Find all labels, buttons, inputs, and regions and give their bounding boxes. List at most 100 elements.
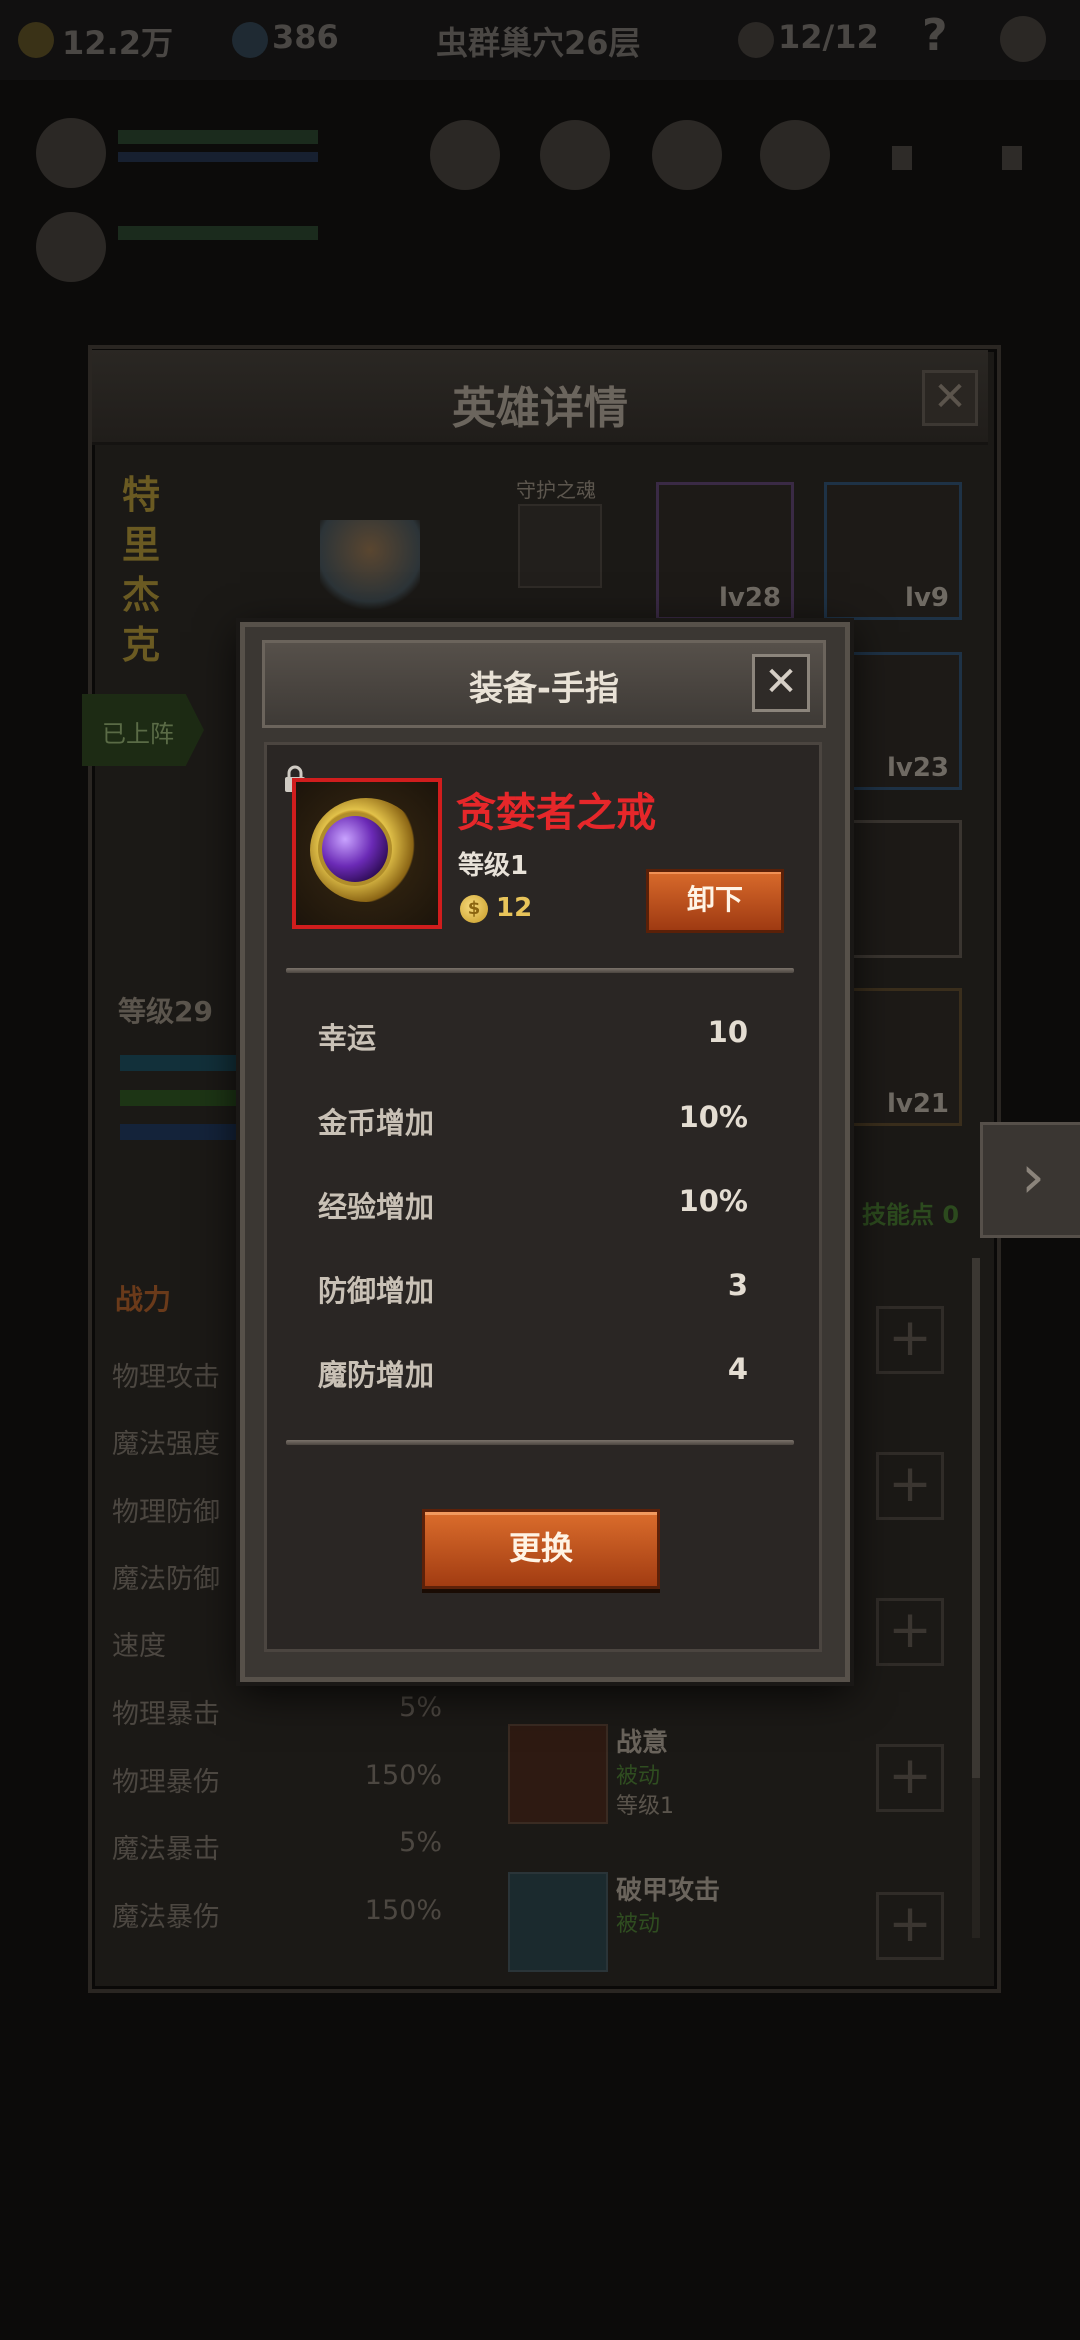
guardian-soul-slot[interactable] [518,504,602,588]
team-hp-bar [118,226,318,240]
attribute-row: 经验增加 10% [318,1184,748,1226]
attribute-row: 防御增加 3 [318,1268,748,1310]
unequip-button[interactable]: 卸下 [646,869,784,933]
attribute-value: 10 [707,1015,748,1049]
gold-coin-icon [18,22,54,58]
help-button[interactable]: ? [922,10,948,61]
attribute-row: 魔防增加 4 [318,1352,748,1394]
stat-name: 物理防御 [112,1497,220,1528]
equipment-dialog-header: 装备-手指 [262,640,826,728]
stat-row: 物理暴伤 150% [112,1760,442,1799]
item-level: 等级1 [458,851,529,881]
stat-value: 150% [364,1760,442,1791]
formation-slot[interactable] [652,120,722,190]
stat-value: 150% [364,1895,442,1926]
formation-slot[interactable] [540,120,610,190]
team-avatar[interactable] [36,212,106,282]
hero-name-char: 杰 [122,573,161,617]
hero-level: 等级29 [118,995,213,1028]
skills-scrollbar[interactable] [972,1258,980,1938]
hero-name-char: 克 [122,623,161,667]
scrollbar-thumb[interactable] [972,1258,980,1778]
team-mp-bar [118,152,318,162]
stat-name: 速度 [112,1631,166,1662]
gold-amount: 12.2万 [62,24,173,62]
skill-upgrade-button[interactable]: + [876,1598,944,1666]
stat-value: 5% [399,1827,442,1858]
gem-icon [322,816,388,882]
formation-slot[interactable] [760,120,830,190]
stat-name: 魔法防御 [112,1564,220,1595]
power-tab[interactable]: 战力 [115,1278,171,1318]
item-name: 贪婪者之戒 [456,790,656,836]
guardian-soul-label: 守护之魂 [516,478,596,502]
skill-level: 等级1 [616,1794,674,1819]
attribute-value: 10% [678,1184,748,1218]
slot-level: lv21 [886,1089,949,1119]
stat-value: 5% [399,1692,442,1723]
close-icon[interactable]: ✕ [752,654,810,712]
skull-count: 12/12 [778,18,879,56]
coin-icon: $ [460,895,488,923]
top-resource-bar: 12.2万 386 虫群巢穴26层 12/12 ? [0,0,1080,80]
skill-upgrade-button[interactable]: + [876,1306,944,1374]
slot-level: lv23 [886,753,949,783]
stat-name: 魔法强度 [112,1429,220,1460]
stat-name: 魔法暴伤 [112,1902,220,1933]
hero-name-char: 特 [122,473,161,517]
skull-icon [738,22,774,58]
hero-exp-bar [120,1090,240,1106]
skill-icon [508,1872,608,1972]
swap-button[interactable]: 更换 [422,1509,660,1589]
attribute-name: 经验增加 [318,1190,435,1224]
skill-points: 技能点 0 [862,1201,960,1229]
team-avatar[interactable] [36,118,106,188]
divider [286,1440,794,1445]
hero-name: 特 里 杰 克 [122,470,170,670]
lock-icon [892,146,912,170]
hero-mp-bar [120,1124,240,1140]
skill-name: 破甲攻击 [616,1876,721,1906]
stat-name: 物理攻击 [112,1362,220,1393]
skill-icon [508,1724,608,1824]
attribute-value: 10% [678,1100,748,1134]
attribute-name: 防御增加 [318,1274,435,1308]
stat-name: 魔法暴击 [112,1834,220,1865]
slot-level: lv9 [905,583,949,613]
attribute-name: 幸运 [318,1021,377,1055]
equipment-dialog-title: 装备-手指 [468,669,620,709]
deployed-tag: 已上阵 [82,694,204,766]
lock-icon [1002,146,1022,170]
hero-hp-bar [120,1055,240,1071]
attribute-value: 3 [727,1268,748,1302]
item-icon-frame[interactable] [292,778,442,929]
location-label: 虫群巢穴26层 [436,24,641,62]
hero-details-close-button[interactable]: ✕ [922,370,978,426]
team-hp-bar [118,130,318,144]
skill-name: 战意 [616,1728,669,1758]
hero-details-header: 英雄详情 [92,350,988,445]
skill-type: 被动 [616,1764,661,1789]
attribute-value: 4 [727,1352,748,1386]
attribute-name: 金币增加 [318,1106,435,1140]
equip-slot-head[interactable]: lv28 [656,482,794,620]
slot-level: lv28 [718,583,781,613]
settings-gear-icon[interactable] [1000,16,1046,62]
formation-slot[interactable] [430,120,500,190]
equip-slot-shoulder[interactable]: lv9 [824,482,962,620]
skill-upgrade-button[interactable]: + [876,1744,944,1812]
stat-row: 魔法暴伤 150% [112,1895,442,1934]
attribute-name: 魔防增加 [318,1358,435,1392]
skill-upgrade-button[interactable]: + [876,1452,944,1520]
next-hero-arrow[interactable]: › [980,1122,1080,1238]
hero-portrait [320,520,420,620]
hero-details-title: 英雄详情 [452,383,628,434]
item-price: 12 [496,893,533,923]
hero-name-char: 里 [122,523,161,567]
attribute-row: 金币增加 10% [318,1100,748,1142]
attribute-row: 幸运 10 [318,1015,748,1057]
stat-row: 魔法暴击 5% [112,1827,442,1866]
stat-row: 物理暴击 5% [112,1692,442,1731]
skill-upgrade-button[interactable]: + [876,1892,944,1960]
stat-name: 物理暴伤 [112,1767,220,1798]
